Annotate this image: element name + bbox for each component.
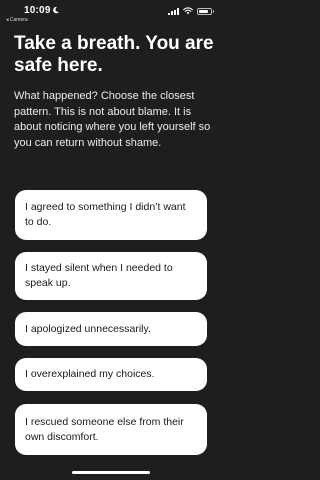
intro-text: What happened? Choose the closest patter… [14, 90, 211, 149]
moon-icon [53, 6, 60, 14]
option-agreed-unwanted[interactable]: I agreed to something I didn’t want to d… [15, 190, 207, 240]
option-label: I overexplained my choices. [25, 368, 155, 380]
back-to-camera-link[interactable]: ◂ Camera [6, 17, 28, 23]
option-label: I agreed to something I didn’t want to d… [25, 201, 186, 228]
status-time: 10:09 [24, 5, 51, 16]
option-label: I apologized unnecessarily. [25, 322, 151, 335]
home-indicator[interactable] [72, 471, 150, 474]
option-overexplained[interactable]: I overexplained my choices. [15, 358, 207, 391]
battery-icon [197, 7, 214, 15]
option-apologized[interactable]: I apologized unnecessarily. [15, 312, 207, 346]
option-label: I stayed silent when I needed to speak u… [25, 262, 173, 289]
option-label: I rescued someone else from their own di… [25, 415, 184, 443]
wifi-icon [183, 7, 193, 15]
page-title: Take a breath. You are safe here. [14, 33, 214, 76]
status-icons [168, 7, 214, 15]
option-rescued-someone[interactable]: I rescued someone else from their own di… [15, 404, 207, 455]
status-bar: 10:09 ◂ Camera [0, 0, 222, 23]
signal-icon [168, 7, 179, 15]
option-stayed-silent[interactable]: I stayed silent when I needed to speak u… [15, 252, 207, 300]
